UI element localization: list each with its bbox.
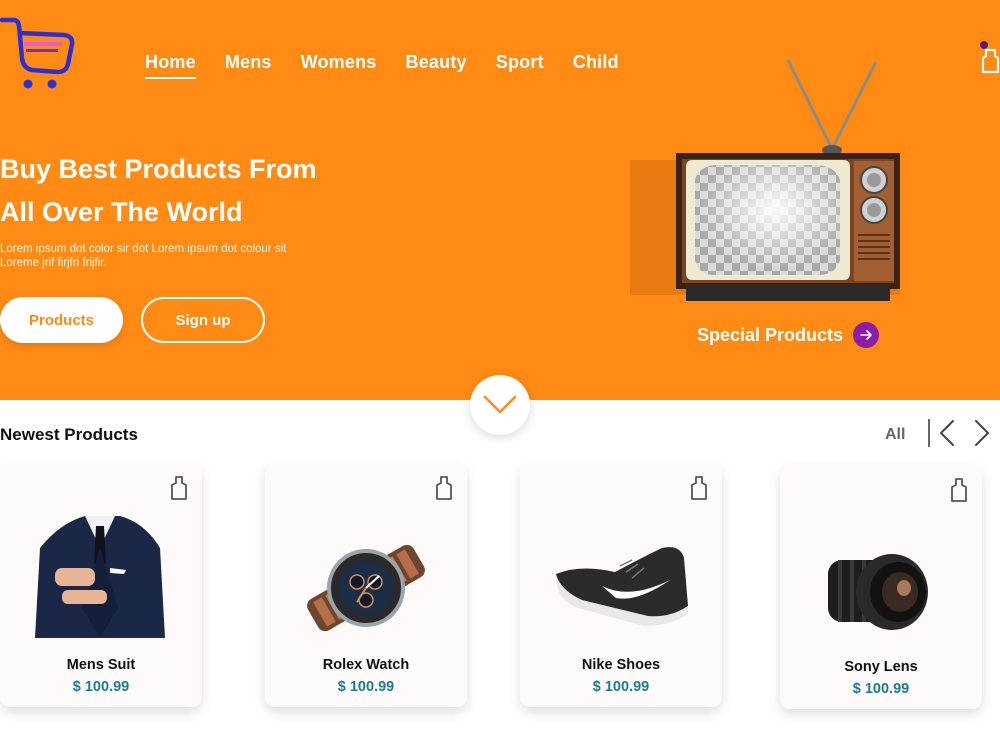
nav-item-home[interactable]: Home xyxy=(145,52,196,79)
shopping-bag-icon[interactable] xyxy=(170,475,188,501)
product-price: $ 100.99 xyxy=(852,681,910,697)
newest-products-title: Newest Products xyxy=(0,425,138,444)
product-card[interactable]: Sony Lens $ 100.99 xyxy=(780,465,982,709)
arrow-right-icon[interactable] xyxy=(853,322,880,348)
product-card[interactable]: Nike Shoes $ 100.99 xyxy=(520,463,722,707)
special-products-label: Special Products xyxy=(697,324,844,345)
hero-subtext-line1: Lorem ipsum dot color sir dot Lorem ipsu… xyxy=(0,243,287,255)
main-nav: Home Mens Womens Beauty Sport Child xyxy=(145,52,648,79)
products-button[interactable]: Products xyxy=(0,297,123,343)
product-price: $ 100.99 xyxy=(72,679,130,695)
special-products-link[interactable]: Special Products xyxy=(697,322,880,348)
nav-item-mens[interactable]: Mens xyxy=(225,52,272,79)
signup-button[interactable]: Sign up xyxy=(141,297,265,343)
chevron-left-icon[interactable] xyxy=(937,419,957,447)
product-name: Nike Shoes xyxy=(581,657,661,673)
sony-lens-image xyxy=(828,554,928,630)
view-all-link[interactable]: All xyxy=(885,426,905,444)
shopping-bag-icon[interactable] xyxy=(435,475,453,501)
retro-tv-image xyxy=(630,59,900,301)
hero-headline-line2: All Over The World xyxy=(0,197,243,227)
nav-item-sport[interactable]: Sport xyxy=(496,52,544,79)
hero-headline-line1: Buy Best Products From xyxy=(0,154,317,184)
chevron-down-icon xyxy=(483,395,517,414)
nav-item-child[interactable]: Child xyxy=(573,52,619,79)
scroll-down-button[interactable] xyxy=(470,375,530,435)
shopping-bag-icon[interactable] xyxy=(978,38,1000,74)
rolex-watch-image xyxy=(307,544,425,632)
nav-divider xyxy=(928,419,930,447)
product-price: $ 100.99 xyxy=(337,679,395,695)
product-price: $ 100.99 xyxy=(592,679,650,695)
chevron-right-icon[interactable] xyxy=(972,419,992,447)
shopping-bag-icon[interactable] xyxy=(950,477,968,503)
product-name: Rolex Watch xyxy=(322,657,410,673)
mens-suit-image xyxy=(35,516,165,638)
hero-subtext-line2: Loreme jrif firjfri frijfir. xyxy=(0,257,107,269)
product-name: Mens Suit xyxy=(66,657,136,673)
hero-banner: Home Mens Womens Beauty Sport Child Buy … xyxy=(0,0,1000,400)
nike-shoes-image xyxy=(555,547,688,626)
nav-item-beauty[interactable]: Beauty xyxy=(406,52,467,79)
product-card[interactable]: Rolex Watch $ 100.99 xyxy=(265,463,467,707)
hero-subtext: Lorem ipsum dot color sir dot Lorem ipsu… xyxy=(0,242,360,270)
product-name: Sony Lens xyxy=(844,659,918,675)
nav-item-womens[interactable]: Womens xyxy=(301,52,377,79)
hero-headline: Buy Best Products From All Over The Worl… xyxy=(0,148,420,234)
cart-logo-icon[interactable] xyxy=(0,14,76,94)
product-card[interactable]: Mens Suit $ 100.99 xyxy=(0,463,202,707)
shopping-bag-icon[interactable] xyxy=(690,475,708,501)
